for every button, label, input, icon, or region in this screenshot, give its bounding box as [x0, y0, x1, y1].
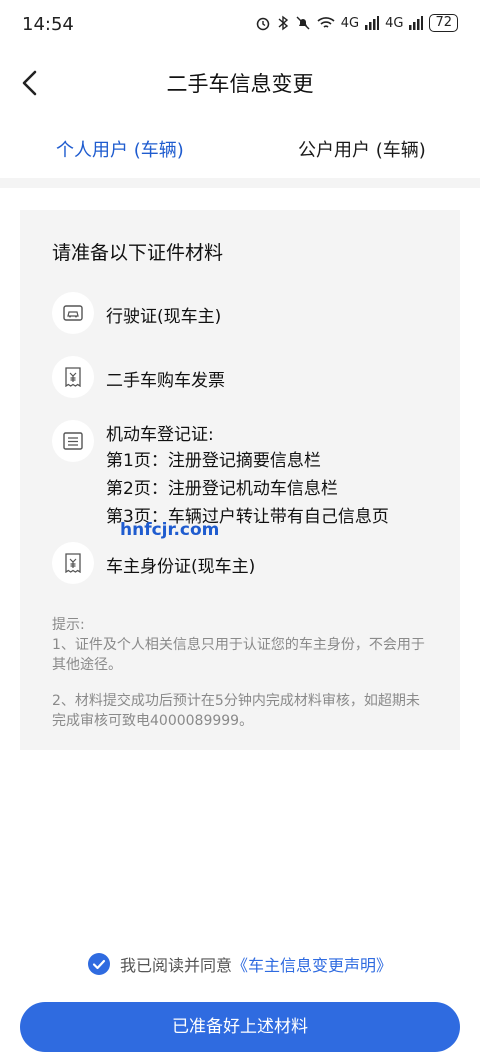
material-item-label: 行驶证(现车主): [106, 307, 222, 327]
checkmark-icon: [92, 959, 106, 970]
tips-heading: 提示:: [52, 617, 85, 633]
user-type-tabs: 个人用户 (车辆) 公户用户 (车辆): [0, 126, 480, 172]
material-item-label: 机动车登记证:: [106, 425, 214, 445]
section-divider: [0, 178, 480, 188]
bluetooth-icon: [278, 15, 288, 31]
wifi-icon: [317, 17, 335, 28]
network-type: 4G: [340, 15, 360, 31]
status-icons: 4G 4G 72: [255, 14, 458, 32]
tab-personal-user[interactable]: 个人用户 (车辆): [56, 136, 184, 162]
agreement-prefix: 我已阅读并同意: [119, 956, 232, 975]
watermark-text: hnfcjr.com: [120, 520, 220, 540]
agreement-row: 我已阅读并同意《车主信息变更声明》: [0, 952, 480, 976]
material-item-label: 二手车购车发票: [106, 371, 225, 391]
material-item-icon: [52, 420, 94, 462]
status-bar: 14:54 4G 4G 72: [0, 0, 480, 50]
mute-icon: [296, 16, 310, 30]
material-item-label: 车主身份证(现车主): [106, 557, 256, 577]
document-icon: [63, 432, 83, 450]
page-title: 二手车信息变更: [166, 72, 314, 96]
registration-page-line: 第2页：注册登记机动车信息栏: [106, 479, 338, 499]
tips-line: 1、证件及个人相关信息只用于认证您的车主身份，不会用于其他途径。: [52, 637, 425, 673]
network-type: 4G: [385, 15, 404, 31]
registration-page-line: 第1页：注册登记摘要信息栏: [106, 451, 321, 471]
car-license-icon: [63, 305, 83, 321]
battery-indicator: 72: [429, 14, 458, 32]
material-item-icon: [52, 542, 94, 584]
tips-section: 提示: 1、证件及个人相关信息只用于认证您的车主身份，不会用于其他途径。 2、材…: [52, 615, 430, 739]
signal-icon: [365, 16, 380, 30]
agreement-checkbox[interactable]: [87, 953, 110, 975]
status-time: 14:54: [22, 14, 74, 35]
signal-icon: [409, 16, 424, 30]
invoice-icon: [65, 553, 81, 573]
invoice-icon: [65, 367, 81, 387]
tips-line: 2、材料提交成功后预计在5分钟内完成材料审核，如超期未完成审核可致电400008…: [52, 693, 420, 729]
material-item-icon: [52, 292, 94, 334]
agreement-link[interactable]: 《车主信息变更声明》: [232, 956, 392, 975]
agreement-text: 我已阅读并同意《车主信息变更声明》: [120, 952, 392, 976]
materials-card-title: 请准备以下证件材料: [52, 242, 224, 264]
nav-bar: 二手车信息变更: [0, 56, 480, 110]
alarm-icon: [256, 17, 269, 31]
tab-corporate-user[interactable]: 公户用户 (车辆): [298, 136, 426, 162]
material-item-icon: [52, 356, 94, 398]
materials-card: 请准备以下证件材料 行驶证(现车主) 二手车购车发票 机动车登记证: 第1页：注…: [20, 210, 460, 750]
materials-ready-button[interactable]: 已准备好上述材料: [20, 1002, 460, 1052]
